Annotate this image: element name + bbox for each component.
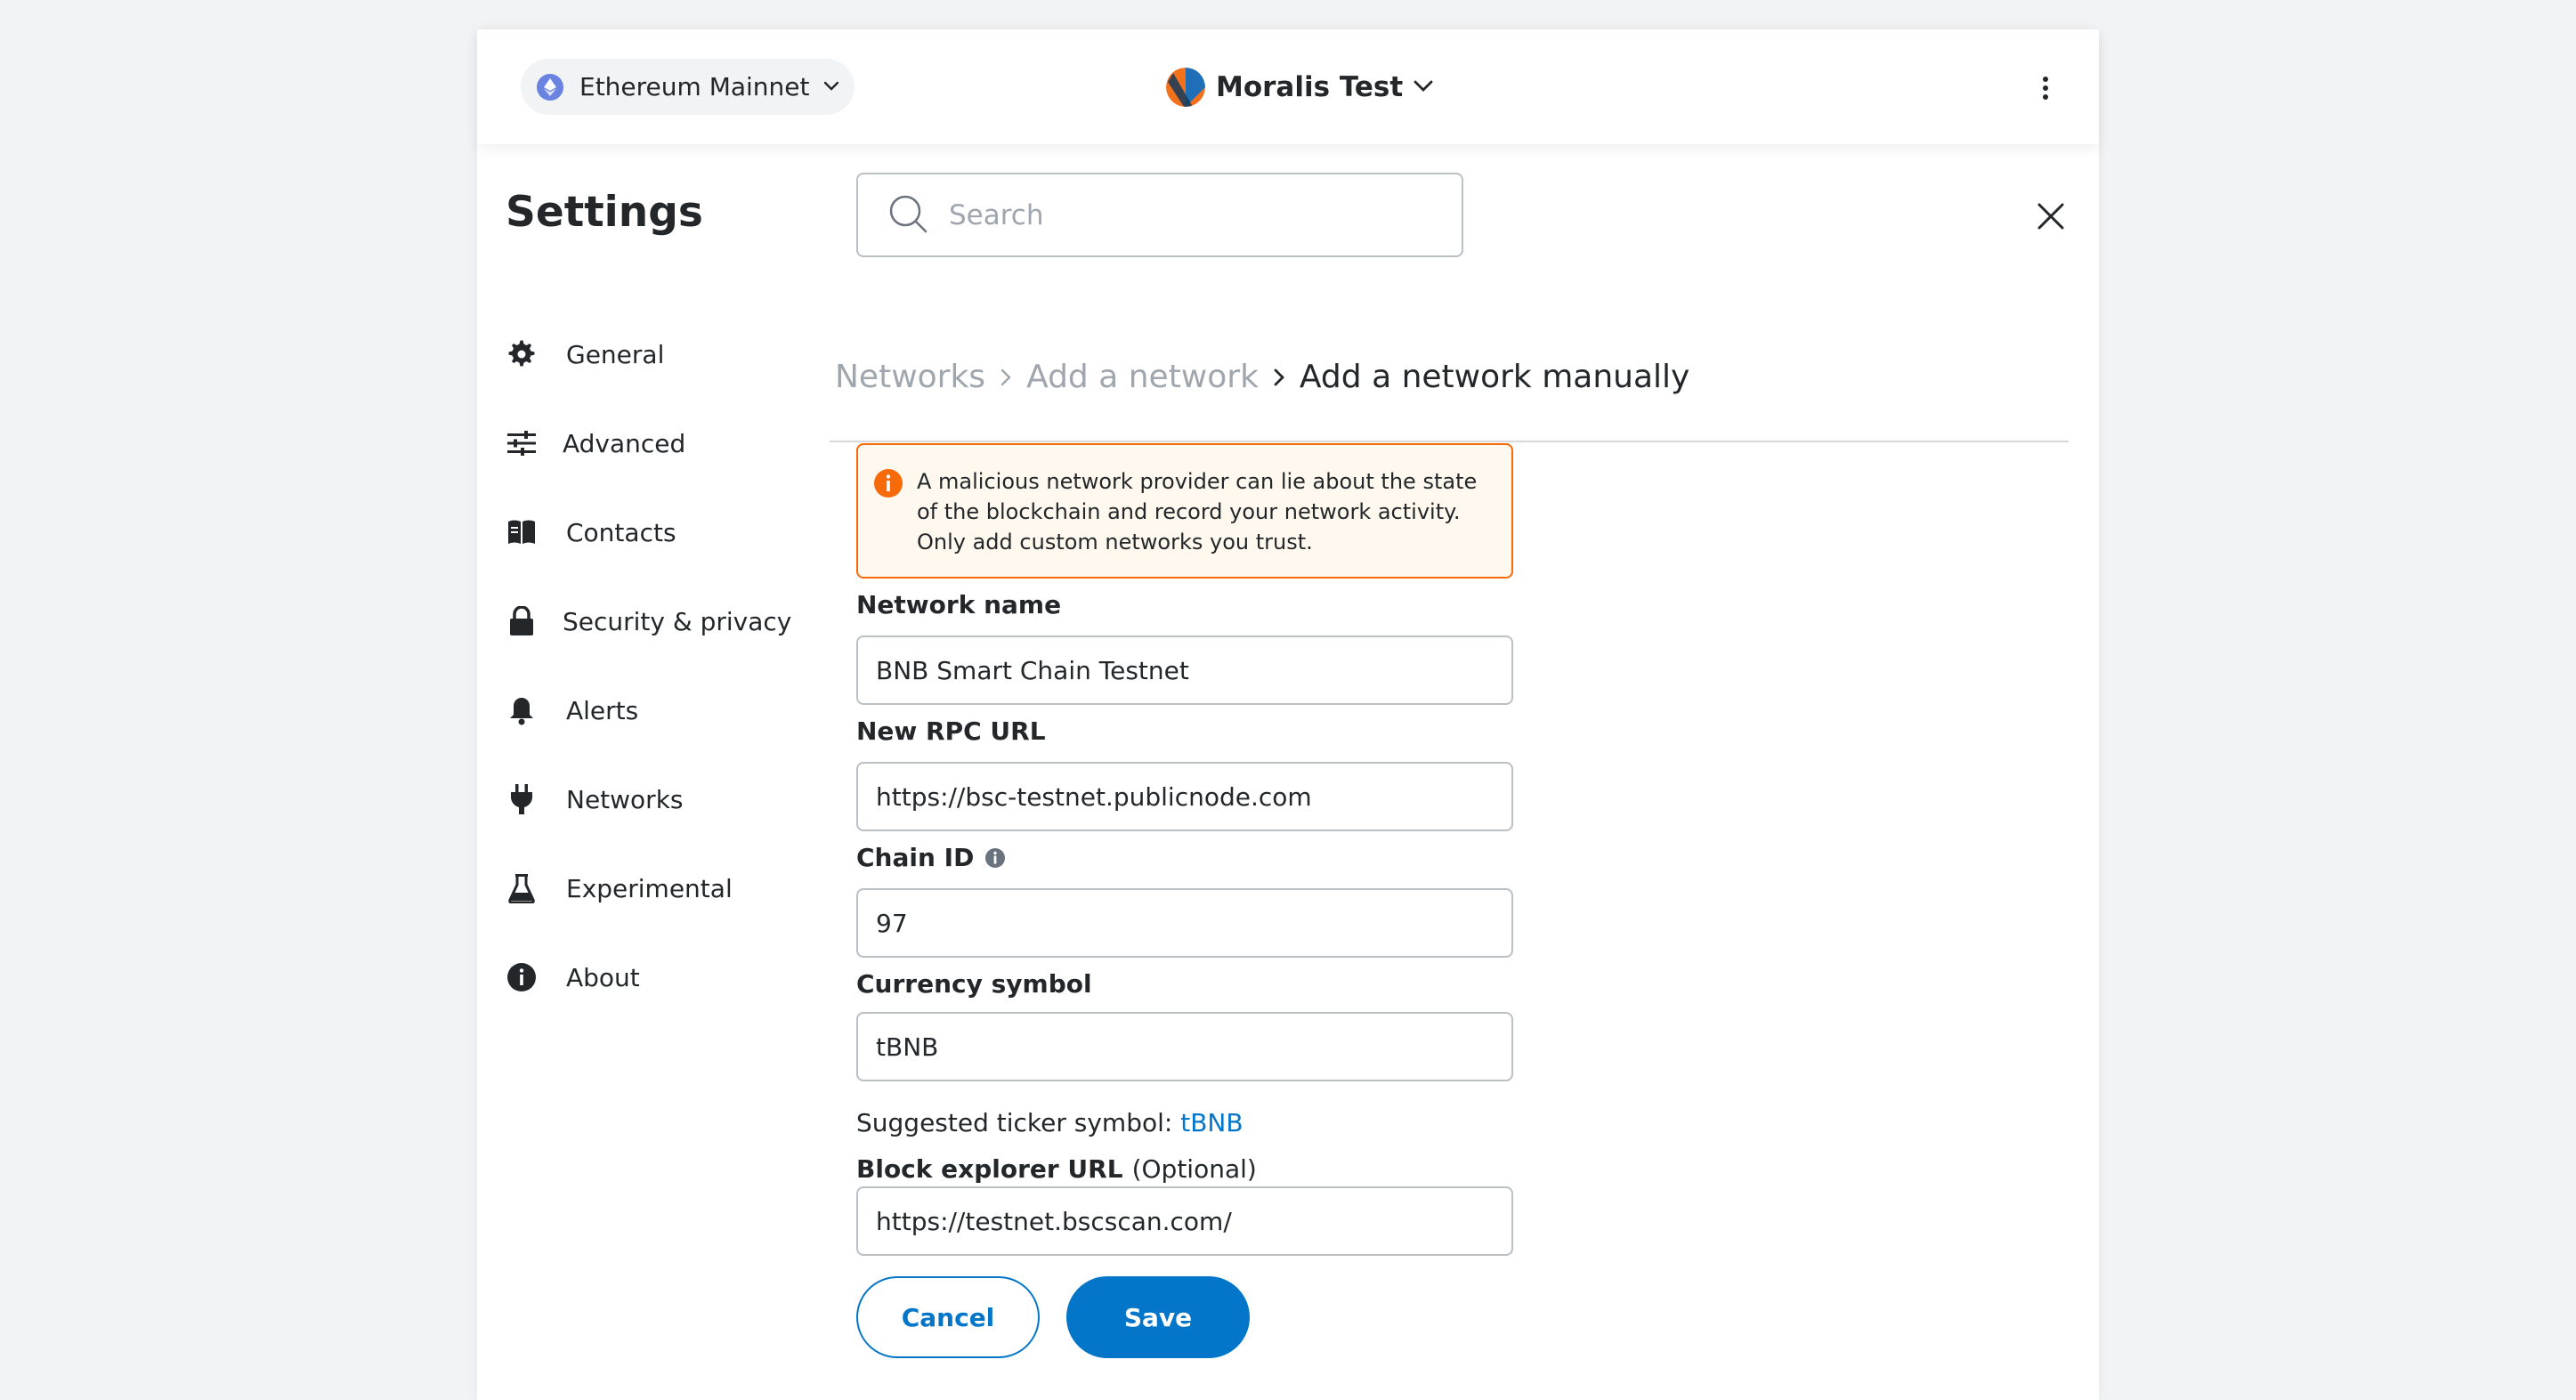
- sidebar-item-label: Alerts: [566, 695, 639, 725]
- chevron-right-icon: [1000, 368, 1012, 387]
- chain-id-label-row: Chain ID: [856, 843, 1006, 872]
- more-options-icon[interactable]: [2038, 72, 2053, 104]
- account-menu[interactable]: Moralis Test: [1166, 67, 1433, 108]
- sidebar-item-security[interactable]: Security & privacy: [504, 595, 824, 648]
- network-name-label: Network name: [856, 590, 1062, 619]
- search-input[interactable]: [947, 198, 1446, 232]
- breadcrumb-networks[interactable]: Networks: [835, 359, 985, 395]
- breadcrumb: Networks Add a network Add a network man…: [835, 359, 1689, 395]
- account-name: Moralis Test: [1216, 71, 1404, 103]
- app-header: Ethereum Mainnet Moralis Test: [477, 29, 2099, 144]
- sidebar-item-label: About: [566, 962, 640, 992]
- warning-text: A malicious network provider can lie abo…: [917, 469, 1478, 554]
- currency-symbol-input[interactable]: [856, 1012, 1513, 1081]
- breadcrumb-add-network[interactable]: Add a network: [1026, 359, 1259, 395]
- chevron-down-icon: [1414, 79, 1433, 96]
- sidebar-item-label: Networks: [566, 784, 684, 814]
- currency-symbol-label: Currency symbol: [856, 969, 1092, 999]
- network-name-input[interactable]: [856, 635, 1513, 705]
- sidebar-item-label: Advanced: [563, 428, 686, 458]
- chain-id-label: Chain ID: [856, 843, 975, 872]
- rpc-url-label: New RPC URL: [856, 716, 1046, 746]
- save-button[interactable]: Save: [1066, 1276, 1250, 1358]
- breadcrumb-current: Add a network manually: [1299, 359, 1690, 395]
- sidebar-item-general[interactable]: General: [504, 328, 824, 381]
- sidebar-item-alerts[interactable]: Alerts: [504, 684, 824, 737]
- flask-icon: [504, 870, 539, 906]
- rpc-url-input[interactable]: [856, 762, 1513, 831]
- sidebar-item-networks[interactable]: Networks: [504, 773, 824, 826]
- bell-icon: [504, 692, 539, 728]
- block-explorer-input[interactable]: [856, 1186, 1513, 1256]
- chevron-right-icon: [1273, 368, 1285, 387]
- warning-info-icon: [873, 468, 903, 498]
- warning-banner: A malicious network provider can lie abo…: [856, 443, 1513, 579]
- sidebar-item-label: Contacts: [566, 517, 676, 547]
- suggested-ticker-link[interactable]: tBNB: [1180, 1108, 1243, 1137]
- sidebar-item-experimental[interactable]: Experimental: [504, 862, 824, 915]
- gear-icon: [504, 336, 539, 372]
- settings-window: Ethereum Mainnet Moralis Test Settings G…: [477, 29, 2099, 1400]
- suggested-ticker-label: Suggested ticker symbol:: [856, 1108, 1173, 1137]
- sidebar-item-label: Experimental: [566, 873, 733, 903]
- search-icon: [888, 194, 928, 237]
- network-selector[interactable]: Ethereum Mainnet: [521, 59, 855, 115]
- chain-id-info-icon[interactable]: [984, 847, 1006, 869]
- sidebar-item-contacts[interactable]: Contacts: [504, 506, 824, 559]
- page-title: Settings: [506, 188, 703, 237]
- sliders-icon: [504, 425, 539, 461]
- sidebar-item-label: General: [566, 339, 665, 369]
- book-icon: [504, 514, 539, 550]
- lock-icon: [504, 603, 539, 639]
- sidebar-item-about[interactable]: About: [504, 951, 824, 1004]
- account-avatar-icon: [1166, 68, 1205, 107]
- info-icon: [504, 959, 539, 995]
- close-icon[interactable]: [2037, 202, 2065, 231]
- chevron-down-icon: [823, 78, 839, 95]
- block-explorer-label: Block explorer URL: [856, 1154, 1123, 1184]
- plug-icon: [504, 781, 539, 817]
- sidebar-item-label: Security & privacy: [563, 606, 792, 636]
- settings-search: [856, 173, 1463, 257]
- ethereum-icon: [537, 73, 563, 101]
- header-divider: [830, 441, 2069, 442]
- cancel-button[interactable]: Cancel: [856, 1276, 1040, 1358]
- chain-id-input[interactable]: [856, 888, 1513, 958]
- network-selector-label: Ethereum Mainnet: [579, 72, 810, 101]
- sidebar-item-advanced[interactable]: Advanced: [504, 417, 824, 470]
- suggested-ticker: Suggested ticker symbol: tBNB: [856, 1108, 1243, 1137]
- block-explorer-label-row: Block explorer URL (Optional): [856, 1154, 1257, 1184]
- optional-tag: (Optional): [1131, 1154, 1257, 1184]
